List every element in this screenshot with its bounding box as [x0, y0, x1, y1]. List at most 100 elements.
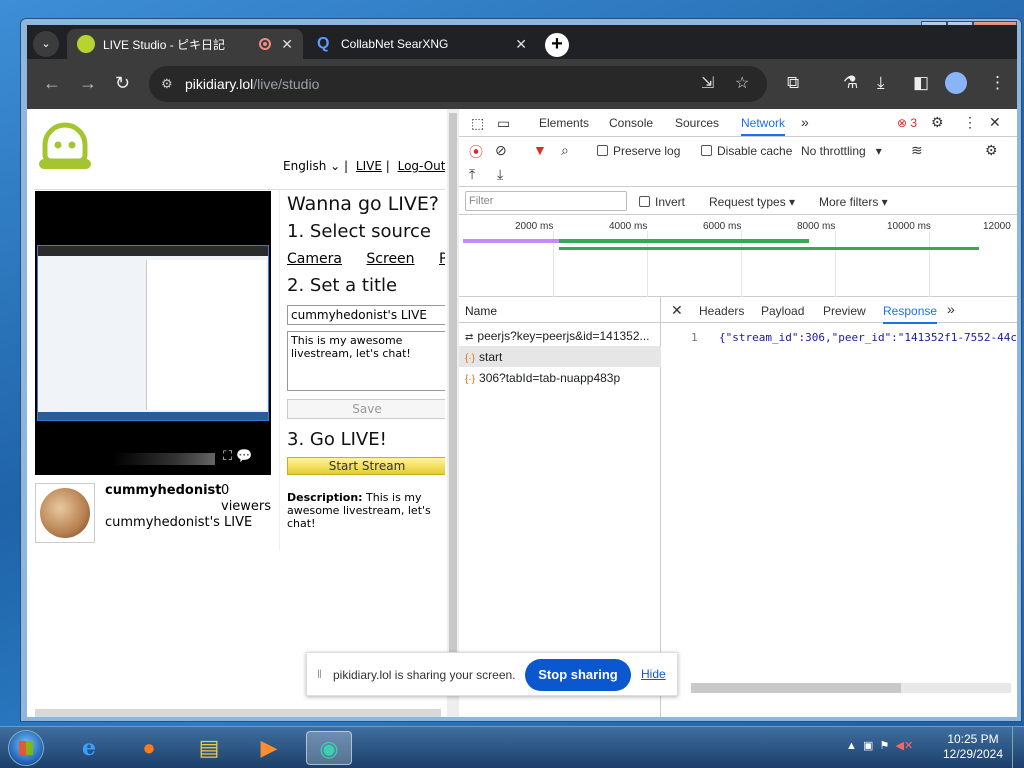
- volume-slider[interactable]: [115, 453, 215, 465]
- screen-share-preview: [37, 245, 269, 421]
- throttling-select[interactable]: No throttling ▾: [801, 144, 882, 158]
- fullscreen-icon[interactable]: ⛶: [223, 449, 232, 464]
- tab-live-studio[interactable]: LIVE Studio - ピキ日記 ✕: [67, 29, 303, 59]
- import-har-icon[interactable]: ⤒: [469, 166, 475, 183]
- tab-title: CollabNet SearXNG: [341, 37, 449, 51]
- inspect-element-icon[interactable]: ⬚: [471, 115, 484, 132]
- side-panel-icon[interactable]: ◧: [913, 73, 929, 93]
- start-stream-button[interactable]: Start Stream: [287, 457, 445, 475]
- media-player-icon[interactable]: ▶: [246, 731, 292, 765]
- close-tab-icon[interactable]: ✕: [515, 36, 527, 53]
- source-screen-link[interactable]: Screen: [366, 251, 414, 267]
- step1-heading: 1. Select source: [287, 221, 431, 242]
- pikidiary-logo-icon: [39, 122, 91, 169]
- tab-search-button[interactable]: ⌄: [33, 31, 59, 57]
- close-tab-icon[interactable]: ✕: [281, 36, 293, 53]
- clock[interactable]: 10:25 PM 12/29/2024: [938, 732, 1008, 762]
- bookmark-star-icon[interactable]: ☆: [735, 66, 749, 102]
- export-har-icon[interactable]: ⤓: [497, 166, 503, 183]
- disable-cache-checkbox[interactable]: Disable cache: [701, 144, 792, 158]
- filter-funnel-icon[interactable]: ▼: [533, 142, 547, 158]
- devtools-tabbar: ⬚ ▭ Elements Console Sources Network » ⊗…: [459, 109, 1017, 137]
- close-devtools-icon[interactable]: ✕: [989, 114, 1001, 131]
- tab-console[interactable]: Console: [609, 116, 653, 130]
- extensions-icon[interactable]: ⧉: [787, 73, 799, 93]
- labs-flask-icon[interactable]: ⚗: [843, 73, 858, 93]
- list-item[interactable]: ⇄ peerjs?key=peerjs&id=141352...: [459, 325, 661, 346]
- logout-link[interactable]: Log-Out: [398, 159, 445, 173]
- source-camera-link[interactable]: Camera: [287, 251, 342, 267]
- more-tabs-icon[interactable]: »: [801, 114, 809, 130]
- site-info-icon[interactable]: ⚙: [161, 66, 173, 102]
- list-item[interactable]: {·} 306?tabId=tab-nuapp483p: [459, 367, 661, 388]
- chat-bubbles-icon[interactable]: 💬: [236, 449, 252, 464]
- tab-sources[interactable]: Sources: [675, 116, 719, 130]
- tab-response[interactable]: Response: [883, 304, 938, 324]
- name-column-header[interactable]: Name: [459, 297, 661, 323]
- close-detail-icon[interactable]: ✕: [671, 302, 683, 319]
- record-icon[interactable]: ⦿: [469, 142, 483, 162]
- download-icon[interactable]: ⤓: [877, 73, 885, 93]
- tab-payload[interactable]: Payload: [761, 304, 804, 318]
- tab-network[interactable]: Network: [741, 116, 786, 136]
- new-tab-button[interactable]: +: [545, 33, 569, 57]
- forward-arrow-icon[interactable]: →: [79, 73, 97, 94]
- file-explorer-icon[interactable]: ▤: [186, 731, 232, 765]
- volume-muted-icon[interactable]: ◀✕: [896, 740, 914, 752]
- title-input[interactable]: cummyhedonist's LIVE: [287, 305, 445, 325]
- filter-input[interactable]: Filter: [465, 191, 627, 211]
- action-center-flag-icon[interactable]: ⚑: [880, 740, 890, 752]
- internet-explorer-icon[interactable]: e: [66, 731, 112, 765]
- start-button[interactable]: [8, 730, 44, 766]
- drag-handle-icon[interactable]: ‖: [317, 667, 322, 681]
- save-button[interactable]: Save: [287, 399, 445, 419]
- preserve-log-checkbox[interactable]: Preserve log: [597, 144, 680, 158]
- description-textarea[interactable]: This is my awesome livestream, let's cha…: [287, 331, 445, 391]
- timeline-tick: 6000 ms: [703, 221, 742, 232]
- install-app-icon[interactable]: ⇲: [701, 66, 714, 102]
- browser-toolbar: ← → ↻ ⚙ pikidiary.lol/live/studio ⇲ ☆ ⧉ …: [27, 59, 1017, 109]
- list-item[interactable]: {·} start: [459, 346, 661, 367]
- reload-icon[interactable]: ↻: [115, 73, 130, 94]
- response-scrollbar[interactable]: [691, 683, 1011, 693]
- network-timeline[interactable]: 2000 ms 4000 ms 6000 ms 8000 ms 10000 ms…: [459, 215, 1017, 297]
- more-filters-dropdown[interactable]: More filters ▾: [819, 195, 888, 209]
- avatar[interactable]: [35, 483, 95, 543]
- tab-elements[interactable]: Elements: [539, 116, 589, 130]
- network-icon[interactable]: ▣: [863, 740, 873, 752]
- back-arrow-icon[interactable]: ←: [43, 73, 61, 94]
- live-link[interactable]: LIVE: [356, 159, 382, 173]
- network-settings-gear-icon[interactable]: ⚙: [985, 142, 998, 159]
- error-badge[interactable]: ⊗ 3: [897, 116, 917, 130]
- address-bar[interactable]: ⚙ pikidiary.lol/live/studio ⇲ ☆: [149, 66, 767, 102]
- page-vertical-scrollbar[interactable]: [447, 109, 459, 717]
- request-types-dropdown[interactable]: Request types ▾: [709, 195, 795, 209]
- firefox-icon[interactable]: ●: [126, 731, 172, 765]
- stop-sharing-button[interactable]: Stop sharing: [525, 659, 631, 691]
- stream-title: cummyhedonist's LIVE: [105, 515, 253, 530]
- more-menu-icon[interactable]: ⋮: [989, 73, 1006, 93]
- invert-checkbox[interactable]: Invert: [639, 195, 685, 209]
- tray-expand-icon[interactable]: ▲: [846, 740, 857, 752]
- devtools-menu-icon[interactable]: ⋮: [963, 114, 977, 131]
- fetch-icon: {·}: [465, 353, 476, 364]
- hide-link[interactable]: Hide: [641, 667, 666, 681]
- timeline-bar: [559, 247, 979, 250]
- source-other-link[interactable]: P: [439, 251, 445, 267]
- more-detail-tabs-icon[interactable]: »: [947, 301, 955, 317]
- active-app-icon[interactable]: ◉: [306, 731, 352, 765]
- tab-searxng[interactable]: Q CollabNet SearXNG ✕: [307, 29, 537, 59]
- device-toolbar-icon[interactable]: ▭: [497, 115, 510, 132]
- show-desktop-button[interactable]: [1012, 727, 1024, 768]
- language-select[interactable]: English ⌄: [283, 159, 340, 173]
- detail-tabbar: ✕ Headers Payload Preview Response »: [661, 297, 1017, 324]
- tab-headers[interactable]: Headers: [699, 304, 744, 318]
- network-conditions-icon[interactable]: ≋: [911, 142, 923, 159]
- system-tray: ▲ ▣ ⚑ ◀✕: [846, 739, 913, 752]
- profile-avatar-icon[interactable]: [945, 72, 967, 94]
- clear-icon[interactable]: ⊘: [495, 142, 507, 159]
- page-horizontal-scrollbar[interactable]: [35, 709, 441, 717]
- search-icon[interactable]: ⌕: [561, 142, 569, 159]
- settings-gear-icon[interactable]: ⚙: [931, 114, 944, 131]
- tab-preview[interactable]: Preview: [823, 304, 866, 318]
